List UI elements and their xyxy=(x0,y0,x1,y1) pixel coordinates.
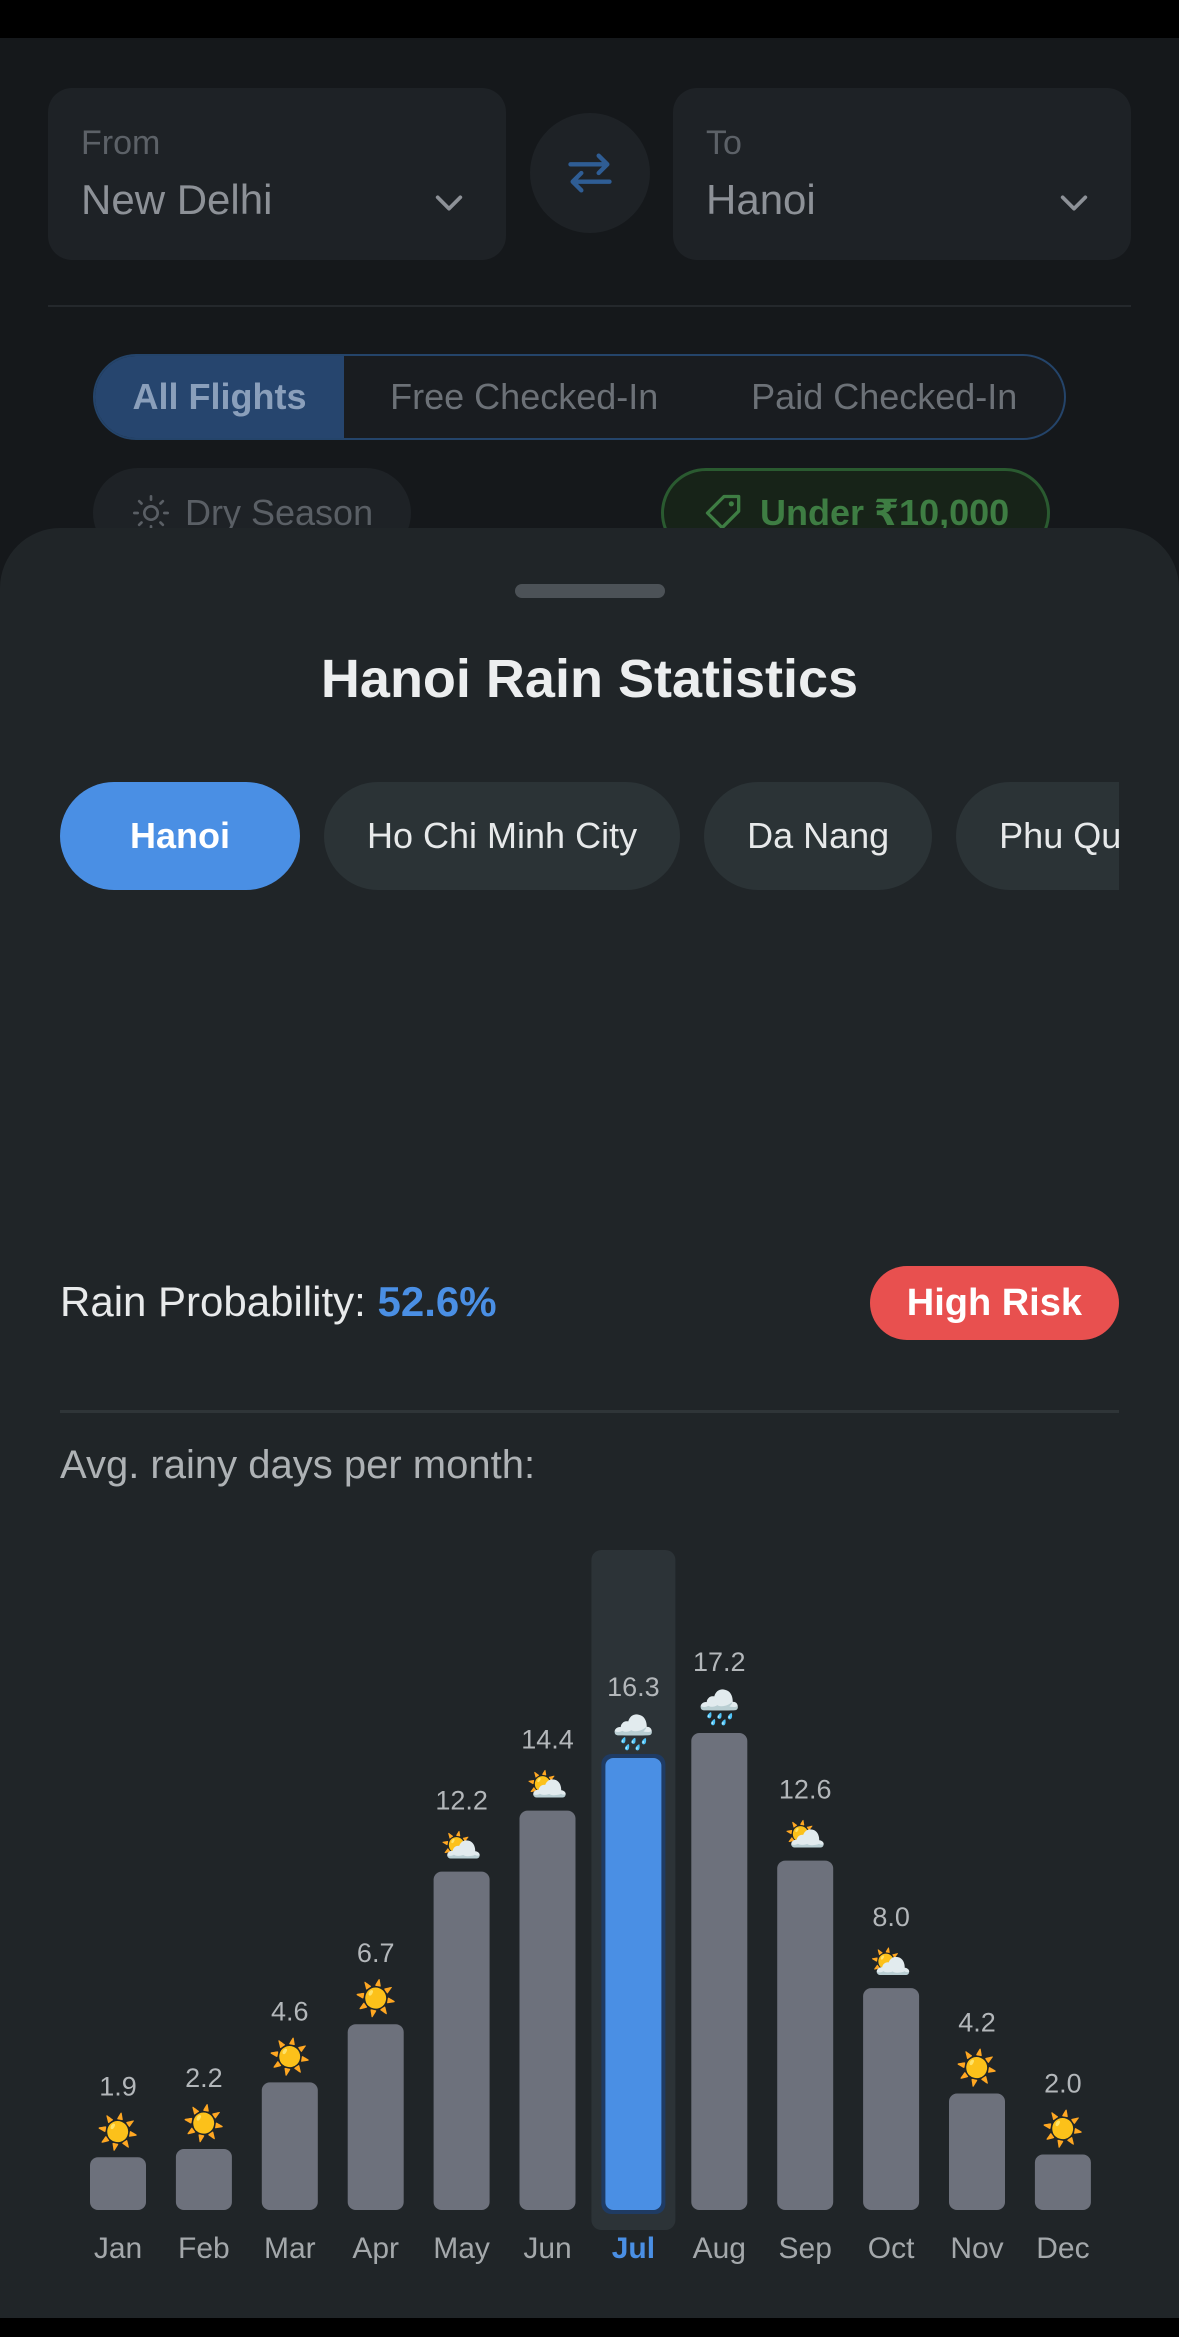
month-label-mar[interactable]: Mar xyxy=(264,2232,316,2265)
month-label-jun[interactable]: Jun xyxy=(523,2232,571,2265)
value-label-apr: 6.7 xyxy=(357,1938,395,1968)
month-label-feb[interactable]: Feb xyxy=(178,2232,230,2265)
month-label-nov[interactable]: Nov xyxy=(950,2232,1003,2265)
from-label: From xyxy=(81,124,161,162)
segment-free-checked-in[interactable]: Free Checked-In xyxy=(344,356,705,438)
weather-icon-dec: ☀️ xyxy=(1042,2109,1084,2150)
value-label-jan: 1.9 xyxy=(99,2071,137,2101)
search-background: From New Delhi To Hanoi All Flights Free… xyxy=(0,38,1179,598)
bar-jun[interactable] xyxy=(519,1810,576,2210)
month-label-apr[interactable]: Apr xyxy=(352,2232,399,2265)
weather-icon-nov: ☀️ xyxy=(956,2048,998,2089)
bar-oct[interactable] xyxy=(863,1988,920,2210)
value-label-dec: 2.0 xyxy=(1044,2069,1082,2099)
to-value: Hanoi xyxy=(706,176,816,223)
bar-jan[interactable] xyxy=(90,2157,146,2210)
to-field[interactable]: To Hanoi xyxy=(673,88,1131,260)
swap-arrows-icon xyxy=(568,153,612,193)
segment-all-flights[interactable]: All Flights xyxy=(95,356,344,438)
bar-dec[interactable] xyxy=(1034,2154,1091,2210)
chevron-down-icon xyxy=(435,195,463,211)
swap-button[interactable] xyxy=(530,113,650,233)
segment-paid-checked-in[interactable]: Paid Checked-In xyxy=(704,356,1064,438)
from-field[interactable]: From New Delhi xyxy=(48,88,506,260)
screen: From New Delhi To Hanoi All Flights Free… xyxy=(0,38,1179,2318)
to-label: To xyxy=(706,124,742,162)
value-label-nov: 4.2 xyxy=(958,2008,996,2038)
chevron-down-icon xyxy=(1060,195,1088,211)
value-label-jul: 16.3 xyxy=(607,1672,660,1702)
weather-icon-jun: ⛅ xyxy=(526,1766,568,1806)
bar-mar[interactable] xyxy=(261,2082,318,2210)
month-label-dec[interactable]: Dec xyxy=(1036,2232,1089,2265)
bar-sep[interactable] xyxy=(777,1860,834,2210)
bar-apr[interactable] xyxy=(347,2024,404,2210)
bar-feb[interactable] xyxy=(175,2148,232,2210)
weather-icon-apr: ☀️ xyxy=(355,1978,397,2019)
value-label-feb: 2.2 xyxy=(185,2063,223,2093)
value-label-aug: 17.2 xyxy=(693,1647,746,1677)
weather-icon-jul: 🌧️ xyxy=(612,1712,654,1753)
value-label-sep: 12.6 xyxy=(779,1775,832,1805)
sun-icon xyxy=(133,495,170,531)
month-label-sep[interactable]: Sep xyxy=(779,2232,832,2265)
bar-jul[interactable] xyxy=(605,1757,662,2210)
value-label-jun: 14.4 xyxy=(521,1725,574,1755)
rain-statistics-sheet: Hanoi Rain Statistics Hanoi Ho Chi Minh … xyxy=(0,528,1179,2318)
weather-icon-may: ⛅ xyxy=(440,1827,482,1867)
bar-nov[interactable] xyxy=(949,2093,1005,2210)
weather-icon-mar: ☀️ xyxy=(269,2036,311,2077)
bar-may[interactable] xyxy=(433,1871,490,2210)
baggage-filter: All Flights Free Checked-In Paid Checked… xyxy=(93,354,1066,440)
month-label-jul[interactable]: Jul xyxy=(612,2232,655,2265)
month-label-oct[interactable]: Oct xyxy=(868,2232,915,2265)
value-label-mar: 4.6 xyxy=(271,1996,309,2026)
rainy-days-chart: ☀️ 1.9 Jan ☀️ 2.2 Feb ☀️ 4.6 Mar ☀️ 6.7 Apr ⛅ 12.2 May… xyxy=(90,1550,1091,2265)
month-label-may[interactable]: May xyxy=(433,2232,490,2265)
month-label-aug[interactable]: Aug xyxy=(693,2232,746,2265)
from-value: New Delhi xyxy=(81,176,273,223)
month-label-jan[interactable]: Jan xyxy=(94,2232,142,2265)
weather-icon-feb: ☀️ xyxy=(183,2103,225,2144)
weather-icon-oct: ⛅ xyxy=(870,1943,912,1983)
value-label-oct: 8.0 xyxy=(872,1902,910,1932)
weather-icon-sep: ⛅ xyxy=(784,1816,826,1856)
weather-icon-aug: 🌧️ xyxy=(698,1687,740,1728)
value-label-may: 12.2 xyxy=(435,1786,488,1816)
bar-aug[interactable] xyxy=(691,1733,748,2210)
divider xyxy=(48,305,1131,307)
weather-icon-jan: ☀️ xyxy=(97,2111,139,2152)
